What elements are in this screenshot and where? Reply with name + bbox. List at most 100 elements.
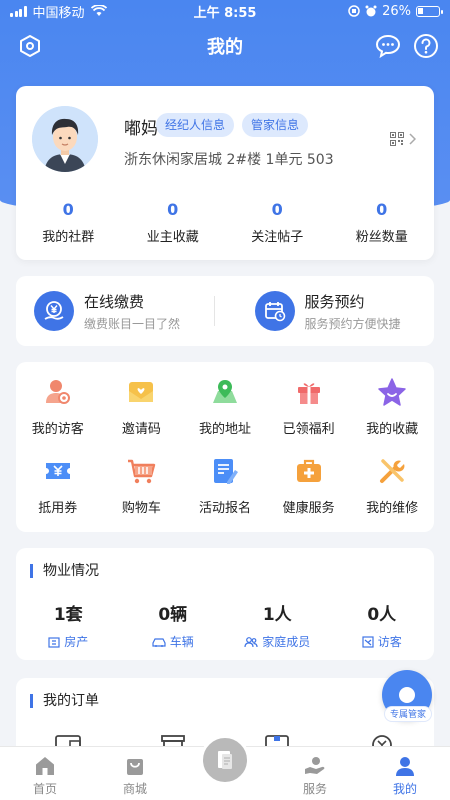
repair-tools-icon (376, 455, 408, 487)
tab-mall[interactable]: 商城 (90, 747, 180, 800)
document-center-icon (218, 751, 232, 769)
grid-item-label: 健康服务 (282, 501, 335, 516)
grid-item-label: 我的地址 (198, 422, 251, 437)
grid-item-label: 已领福利 (282, 422, 335, 437)
stat-fans[interactable]: 0 粉丝数量 (330, 200, 435, 245)
property-vehicles[interactable]: 0辆 车辆 (121, 600, 226, 650)
tab-mine[interactable]: 我的 (360, 747, 450, 800)
service-title: 在线缴费 (84, 292, 145, 311)
center-action-button[interactable] (200, 735, 250, 785)
stat-owner-favorites[interactable]: 0 业主收藏 (121, 200, 226, 245)
user-name: 嘟妈 (124, 119, 158, 139)
property-value: 1人 (262, 605, 292, 625)
chevron-right-icon (409, 133, 416, 145)
profile-card[interactable]: 嘟妈 经纪人信息 管家信息 浙东休闲家居城 2#楼 1单元 503 0 我的社群 … (16, 86, 434, 260)
property-visitors[interactable]: 0人 访客 (330, 600, 435, 650)
grid-item-label: 我的维修 (366, 501, 419, 516)
person-icon (396, 757, 414, 776)
property-value: 0人 (367, 605, 397, 625)
agent-info-tag[interactable]: 经纪人信息 (156, 113, 235, 137)
property-label: 家庭成员 (262, 635, 311, 649)
grid-item-coupons[interactable]: 抵用券 (16, 455, 100, 516)
signal-icon (10, 5, 27, 17)
stat-label: 粉丝数量 (355, 230, 408, 245)
qr-code-button[interactable] (390, 132, 416, 146)
stat-my-groups[interactable]: 0 我的社群 (16, 200, 121, 245)
tab-label: 商城 (122, 782, 147, 796)
status-bar: 中国移动 上午 8:55 26% (0, 0, 450, 22)
butler-info-tag[interactable]: 管家信息 (242, 113, 309, 137)
grid-item-health-service[interactable]: 健康服务 (267, 455, 351, 516)
house-icon (48, 636, 60, 648)
map-pin-icon (209, 376, 241, 408)
feature-grid-card: 我的访客 邀请码 我的地址 已领福利 我的收藏 抵用券 购物车 活动报名 健康服… (16, 362, 434, 532)
stat-value: 0 (271, 200, 283, 219)
grid-item-label: 抵用券 (38, 501, 78, 516)
help-icon[interactable] (412, 32, 440, 60)
signup-doc-icon (209, 455, 241, 487)
grid-item-label: 我的访客 (31, 422, 84, 437)
exclusive-butler-label: 专属管家 (384, 706, 432, 722)
grid-item-shopping-cart[interactable]: 购物车 (100, 455, 184, 516)
stat-value: 0 (376, 200, 388, 219)
grid-item-label: 我的收藏 (366, 422, 419, 437)
settings-icon[interactable] (16, 32, 44, 60)
property-label: 车辆 (169, 635, 194, 649)
property-houses[interactable]: 1套 房产 (16, 600, 121, 650)
stat-label: 关注帖子 (251, 230, 304, 245)
invite-envelope-icon (125, 376, 157, 408)
grid-item-my-favorites[interactable]: 我的收藏 (350, 376, 434, 437)
orientation-lock-icon (348, 5, 360, 17)
property-label: 房产 (64, 635, 89, 649)
tab-service[interactable]: 服务 (270, 747, 360, 800)
medical-kit-icon (293, 455, 325, 487)
property-label: 访客 (377, 635, 402, 649)
qr-code-icon (390, 132, 404, 146)
grid-item-claimed-benefits[interactable]: 已领福利 (267, 376, 351, 437)
service-hand-icon (305, 757, 325, 774)
battery-icon (416, 5, 443, 17)
grid-item-label: 活动报名 (198, 501, 251, 516)
property-value: 1套 (53, 605, 83, 625)
tab-label: 服务 (302, 782, 327, 796)
title-bar: 我的 (0, 28, 450, 64)
service-title: 服务预约 (304, 292, 365, 311)
stat-followed-posts[interactable]: 0 关注帖子 (225, 200, 330, 245)
coupon-icon (42, 455, 74, 487)
grid-item-label: 邀请码 (121, 422, 161, 437)
profile-stats: 0 我的社群 0 业主收藏 0 关注帖子 0 粉丝数量 (16, 200, 434, 245)
section-title: 我的订单 (30, 694, 99, 708)
home-icon (36, 757, 54, 775)
property-card: 物业情况 1套 房产 0辆 车辆 1人 家庭成员 0人 访客 (16, 548, 434, 660)
shopping-bag-icon (127, 759, 143, 775)
grid-item-event-signup[interactable]: 活动报名 (183, 455, 267, 516)
cart-icon (125, 455, 157, 487)
grid-item-my-repairs[interactable]: 我的维修 (350, 455, 434, 516)
service-subtitle: 缴费账目一目了然 (84, 316, 181, 331)
grid-item-invite-code[interactable]: 邀请码 (100, 376, 184, 437)
grid-item-my-visitors[interactable]: 我的访客 (16, 376, 100, 437)
visitor-icon (42, 376, 74, 408)
alarm-icon (365, 5, 377, 17)
yen-coin-icon (34, 291, 74, 331)
tab-home[interactable]: 首页 (0, 747, 90, 800)
gift-icon (293, 376, 325, 408)
property-value: 0辆 (158, 605, 188, 625)
user-address: 浙东休闲家居城 2#楼 1单元 503 (124, 152, 334, 168)
visitor-id-icon (362, 635, 374, 648)
page-title: 我的 (207, 37, 243, 58)
grid-item-my-address[interactable]: 我的地址 (183, 376, 267, 437)
car-icon (152, 637, 166, 647)
star-icon (376, 376, 408, 408)
stat-label: 我的社群 (42, 230, 95, 245)
people-icon (244, 636, 258, 647)
online-payment-button[interactable]: 在线缴费 缴费账目一目了然 (16, 291, 214, 332)
service-booking-button[interactable]: 服务预约 服务预约方便快捷 (215, 291, 435, 332)
stat-label: 业主收藏 (146, 230, 199, 245)
quick-services-card: 在线缴费 缴费账目一目了然 服务预约 服务预约方便快捷 (16, 276, 434, 346)
stat-value: 0 (167, 200, 179, 219)
message-icon[interactable] (374, 32, 402, 60)
section-title: 物业情况 (30, 564, 99, 578)
property-family-members[interactable]: 1人 家庭成员 (225, 600, 330, 650)
avatar[interactable] (32, 106, 98, 172)
